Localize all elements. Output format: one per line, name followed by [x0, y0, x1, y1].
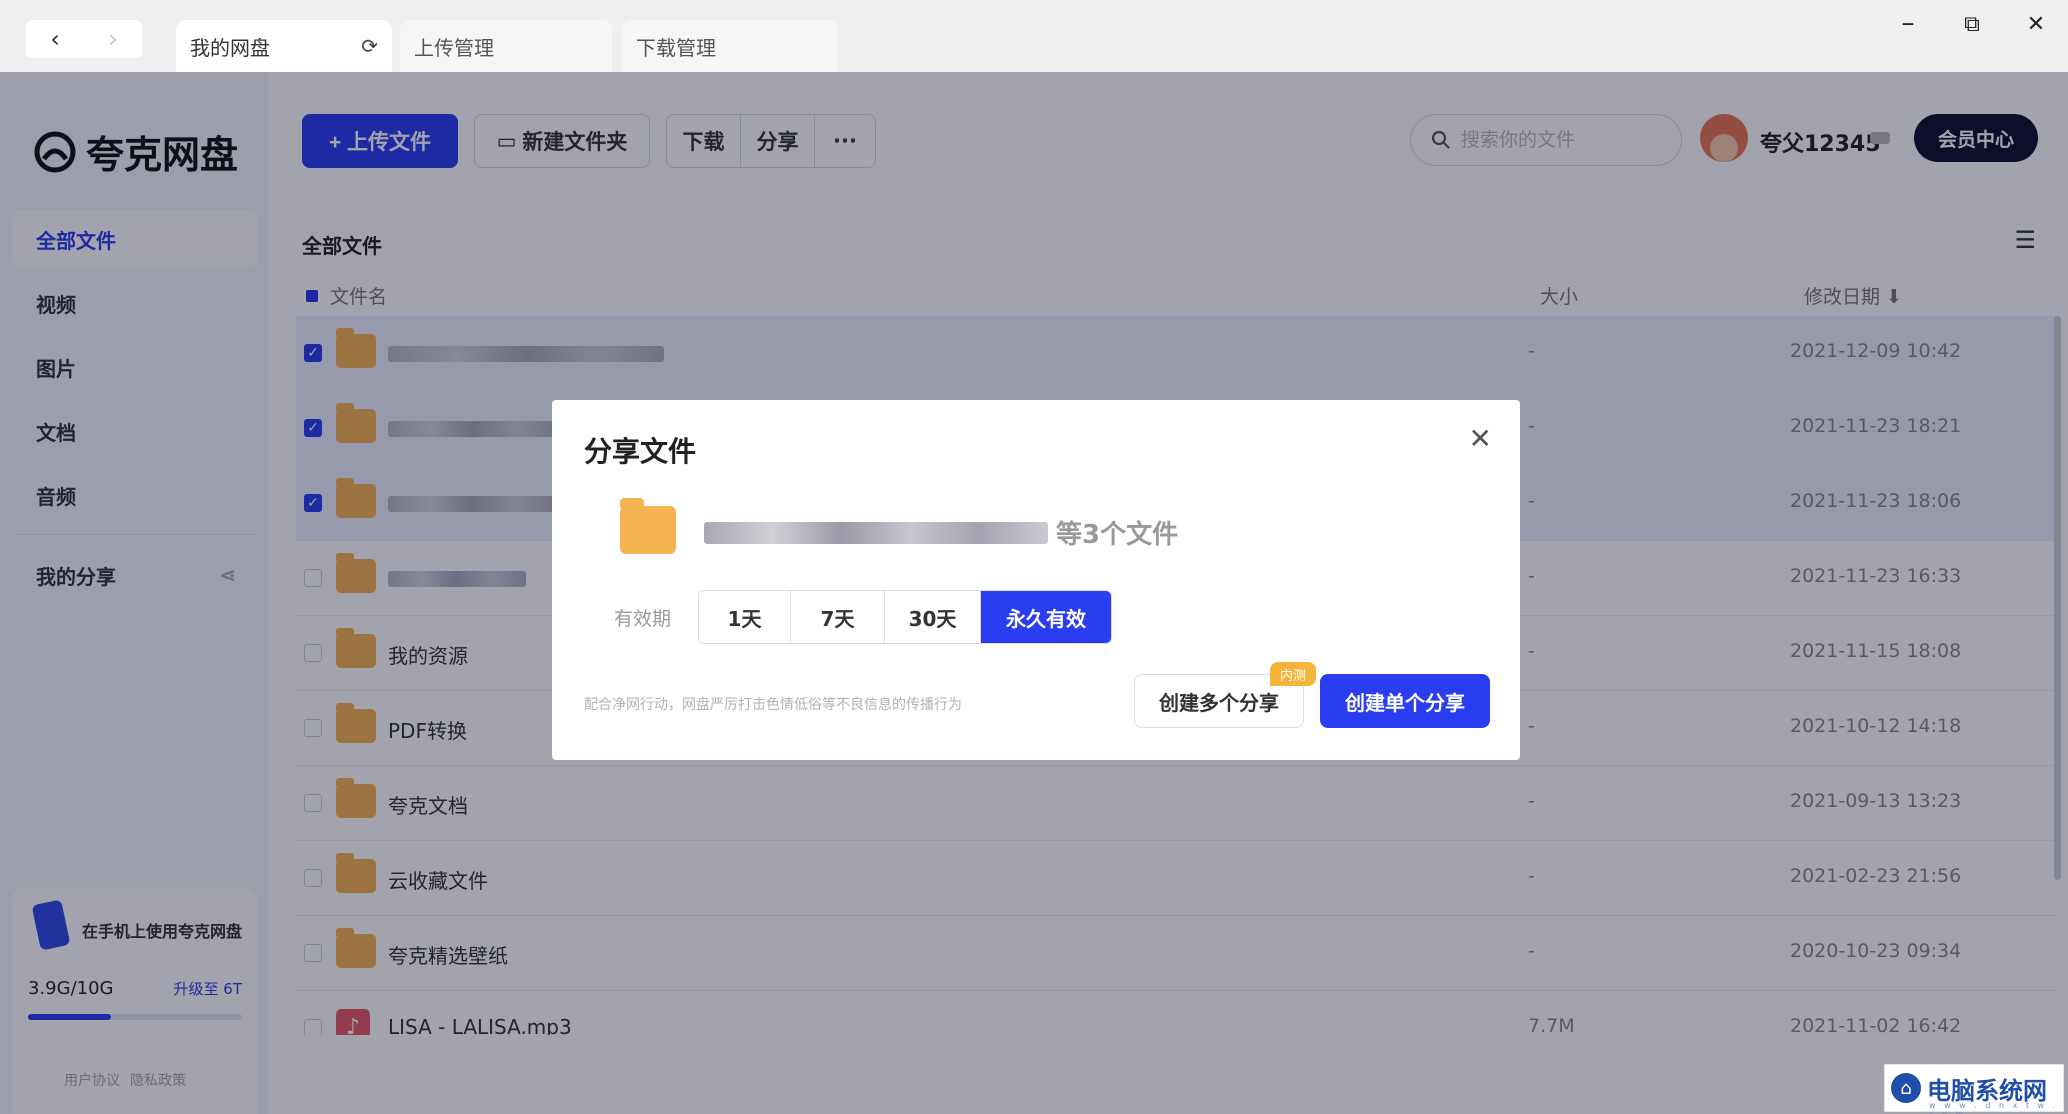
beta-badge: 内测 [1270, 662, 1316, 686]
back-icon[interactable]: ‹ [26, 20, 84, 58]
close-icon[interactable]: ✕ [1469, 422, 1492, 455]
minimize-icon[interactable]: – [1888, 8, 1928, 38]
title-bar: ‹ › 我的网盘 ⟳ 上传管理 下载管理 – ⧉ ✕ [0, 0, 2068, 72]
blurred-filename [704, 522, 1048, 544]
file-count: 等3个文件 [1056, 520, 1179, 550]
tab-label: 我的网盘 [190, 35, 270, 60]
policy-notice: 配合净网行动，网盘严厉打击色情低俗等不良信息的传播行为 [584, 697, 962, 713]
watermark-url: w w w . d n x t w . c o m [1929, 1101, 2059, 1114]
tab-my-drive[interactable]: 我的网盘 ⟳ [176, 20, 392, 72]
folder-icon [620, 498, 676, 554]
forward-icon[interactable]: › [84, 20, 142, 58]
period-option-1day[interactable]: 1天 [699, 591, 791, 643]
nav-buttons: ‹ › [26, 20, 142, 58]
tab-label: 下载管理 [636, 35, 716, 60]
tab-label: 上传管理 [414, 35, 494, 60]
close-icon[interactable]: ✕ [2016, 12, 2056, 37]
period-option-7days[interactable]: 7天 [791, 591, 885, 643]
period-option-permanent[interactable]: 永久有效 [981, 591, 1111, 643]
tab-upload-manager[interactable]: 上传管理 [400, 20, 612, 72]
reload-icon[interactable]: ⟳ [361, 34, 378, 58]
period-option-30days[interactable]: 30天 [885, 591, 981, 643]
house-logo-icon: ⌂ [1891, 1073, 1921, 1103]
site-watermark: ⌂ 电脑系统网 w w w . d n x t w . c o m [1884, 1064, 2064, 1114]
validity-label: 有效期 [614, 608, 672, 630]
tab-download-manager[interactable]: 下载管理 [622, 20, 838, 72]
dialog-title: 分享文件 [584, 435, 697, 468]
validity-selector: 1天 7天 30天 永久有效 [698, 590, 1112, 644]
restore-icon[interactable]: ⧉ [1952, 12, 1992, 37]
share-dialog: 分享文件 ✕ 等3个文件 有效期 1天 7天 30天 永久有效 配合净网行动，网… [552, 400, 1520, 760]
create-single-share-button[interactable]: 创建单个分享 [1320, 674, 1490, 728]
